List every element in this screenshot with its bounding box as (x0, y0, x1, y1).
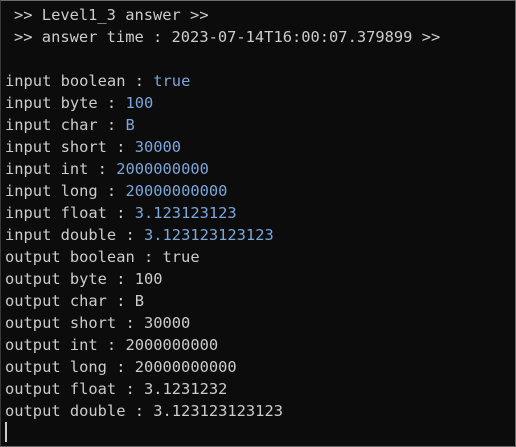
output-line: output float : 3.1231232 (5, 380, 228, 398)
input-label: input byte : (5, 94, 126, 112)
output-line: output byte : 100 (5, 270, 163, 288)
header-title: >> Level1_3 answer >> (14, 6, 209, 24)
input-label: input long : (5, 182, 126, 200)
input-value: B (125, 116, 135, 134)
text-cursor[interactable] (5, 422, 7, 442)
input-line: input byte : 100 (5, 92, 153, 114)
input-line: input boolean : true (5, 70, 190, 92)
input-label: input char : (5, 116, 126, 134)
input-line: input double : 3.123123123123 (5, 224, 274, 246)
output-line: output double : 3.123123123123 (5, 402, 283, 420)
header-answer-time: >> answer time : 2023-07-14T16:00:07.379… (14, 28, 441, 46)
input-label: input short : (5, 138, 135, 156)
output-line: output char : B (5, 292, 144, 310)
input-label: input float : (5, 204, 135, 222)
input-value: 30000 (134, 138, 182, 156)
input-line: input short : 30000 (5, 136, 181, 158)
input-value: 100 (125, 94, 154, 112)
console-window: >> Level1_3 answer >> >> answer time : 2… (0, 0, 516, 447)
input-line: input long : 20000000000 (5, 180, 227, 202)
input-line: input char : B (5, 114, 135, 136)
input-line: input float : 3.123123123 (5, 202, 237, 224)
input-value: 3.123123123 (134, 204, 237, 222)
output-line: output long : 20000000000 (5, 358, 237, 376)
input-label: input int : (5, 160, 117, 178)
output-line: output int : 2000000000 (5, 336, 219, 354)
input-label: input double : (5, 226, 144, 244)
input-value: true (153, 72, 191, 90)
input-label: input boolean : (5, 72, 154, 90)
output-line: output short : 30000 (5, 314, 191, 332)
input-value: 3.123123123123 (144, 226, 274, 244)
input-value: 2000000000 (116, 160, 209, 178)
input-value: 20000000000 (125, 182, 228, 200)
input-line: input int : 2000000000 (5, 158, 209, 180)
output-line: output boolean : true (5, 248, 200, 266)
